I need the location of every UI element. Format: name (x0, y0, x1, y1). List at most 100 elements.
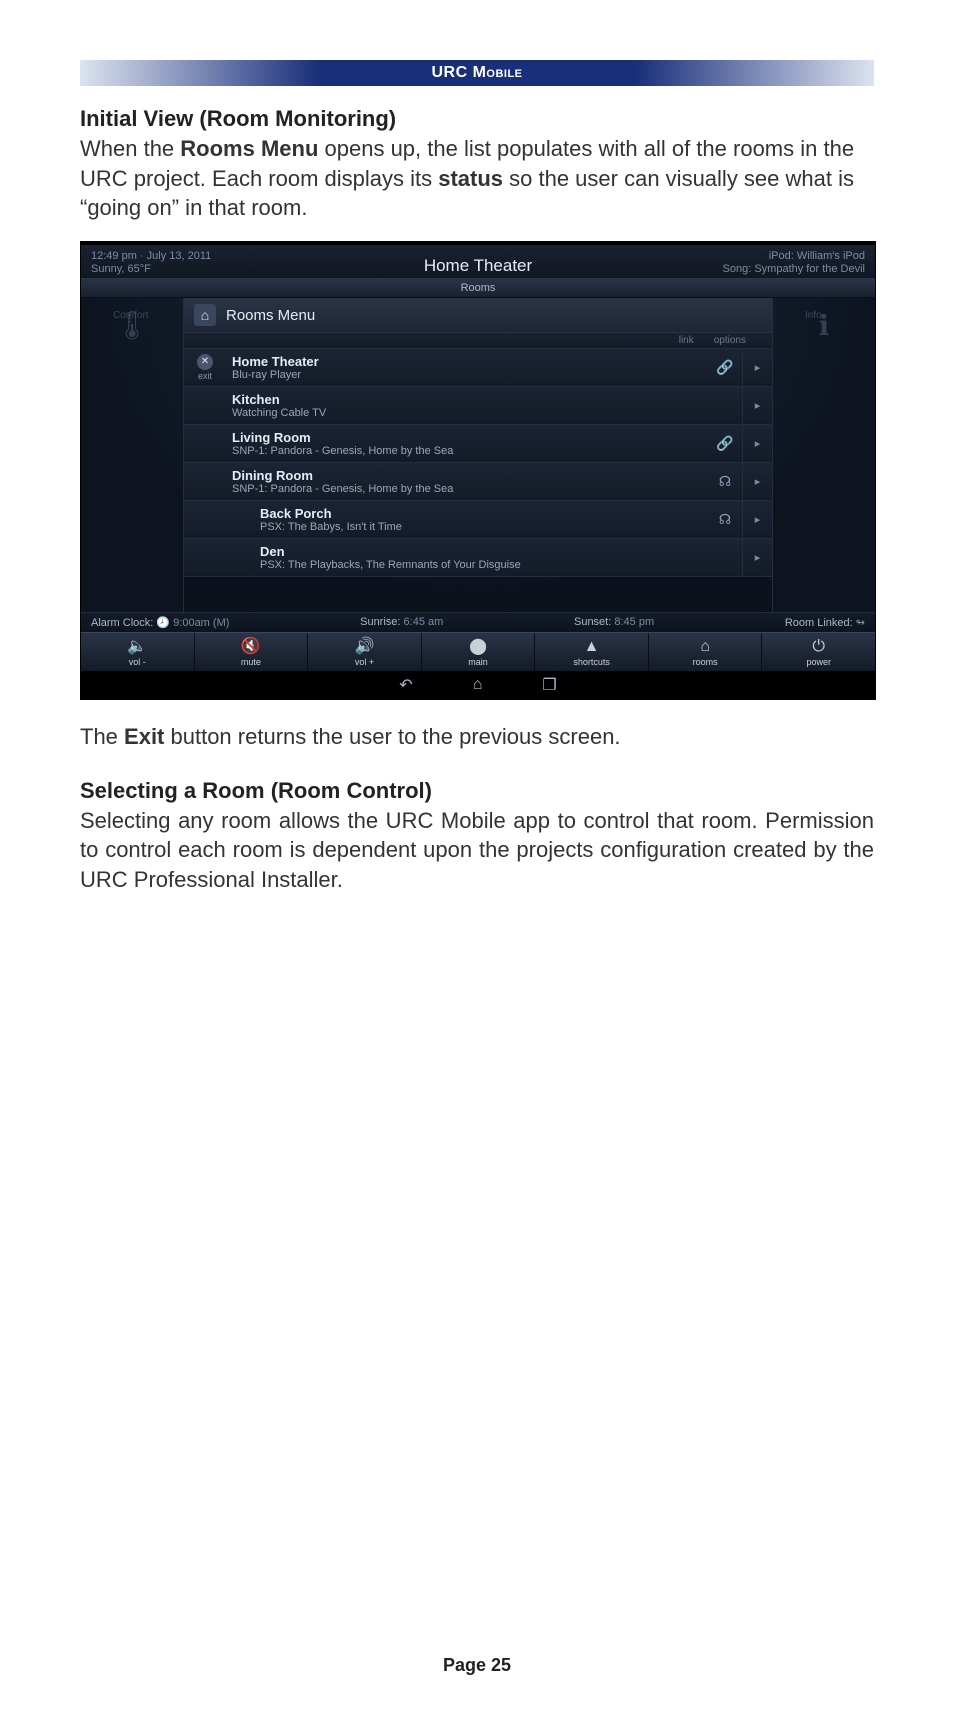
status-bar: Alarm Clock: 🕗 9:00am (M) Sunrise: 6:45 … (81, 612, 875, 632)
room-text: Back PorchPSX: The Babys, Isn't it Time (254, 501, 708, 538)
bottombar-label: rooms (649, 657, 762, 667)
paragraph-2: The Exit button returns the user to the … (80, 722, 874, 752)
bottombar-vol-+-button[interactable]: 🔊 vol + (308, 633, 422, 671)
options-chevron-icon[interactable]: ▸ (742, 425, 772, 462)
room-text: Home TheaterBlu-ray Player (226, 349, 708, 386)
options-chevron-icon[interactable]: ▸ (742, 463, 772, 500)
section1-title: Initial View (Room Monitoring) (80, 106, 874, 132)
exit-column[interactable]: ✕exit (184, 354, 226, 381)
room-status: Watching Cable TV (232, 407, 702, 419)
vol---icon: 🔈 (81, 639, 194, 655)
sunset-value: 8:45 pm (614, 616, 654, 628)
bottombar-vol---button[interactable]: 🔈 vol - (81, 633, 195, 671)
app-screenshot: 12:49 pm · July 13, 2011 Sunny, 65°F Hom… (80, 241, 876, 700)
sunrise-label: Sunrise: (360, 616, 400, 628)
bottombar-label: vol + (308, 657, 421, 667)
info-label: Info (805, 310, 843, 321)
close-icon[interactable]: ✕ (197, 354, 213, 370)
bottombar-main-button[interactable]: ⬤ main (422, 633, 536, 671)
room-row[interactable]: ✕exitHome TheaterBlu-ray Player🔗▸ (184, 349, 772, 387)
room-text: Dining RoomSNP-1: Pandora - Genesis, Hom… (226, 463, 708, 500)
options-chevron-icon[interactable]: ▸ (742, 387, 772, 424)
bottombar-label: mute (195, 657, 308, 667)
rooms-menu-header: ⌂ Rooms Menu (184, 298, 772, 333)
side-left: 🌡 Comfort (81, 298, 183, 612)
room-status: SNP-1: Pandora - Genesis, Home by the Se… (232, 445, 702, 457)
rooms-icon: ⌂ (649, 639, 762, 655)
sunrise-value: 6:45 am (404, 616, 444, 628)
vol-+-icon: 🔊 (308, 639, 421, 655)
section2-title: Selecting a Room (Room Control) (80, 778, 874, 804)
link-icon[interactable]: 🔗 (708, 359, 742, 376)
bottombar-shortcuts-button[interactable]: ▲ shortcuts (535, 633, 649, 671)
link-icon: ↬ (856, 617, 865, 629)
bottombar-label: vol - (81, 657, 194, 667)
text: When the (80, 136, 180, 161)
options-chevron-icon[interactable]: ▸ (742, 501, 772, 538)
link-icon: ☊ (708, 473, 742, 490)
main-icon: ⬤ (422, 639, 535, 655)
room-name: Den (260, 544, 702, 559)
bottombar-power-button[interactable]: ⏻power (762, 633, 875, 671)
sunset-label: Sunset: (574, 616, 611, 628)
bottombar-mute-button[interactable]: 🔇 mute (195, 633, 309, 671)
text: The (80, 724, 124, 749)
room-text: Living RoomSNP-1: Pandora - Genesis, Hom… (226, 425, 708, 462)
room-status: PSX: The Playbacks, The Remnants of Your… (260, 559, 702, 571)
text-bold: status (438, 166, 503, 191)
alarm-label: Alarm Clock: (91, 617, 153, 629)
app-topbar: 12:49 pm · July 13, 2011 Sunny, 65°F Hom… (81, 245, 875, 279)
room-row[interactable]: KitchenWatching Cable TV ▸ (184, 387, 772, 425)
house-icon: ⌂ (194, 304, 216, 326)
doc-header: URC Mobile (80, 60, 874, 86)
room-row[interactable]: Back PorchPSX: The Babys, Isn't it Time☊… (184, 501, 772, 539)
side-right: ℹ Info (773, 298, 875, 612)
android-navbar: ↶ ⌂ ❐ (81, 671, 875, 699)
room-name: Living Room (232, 430, 702, 445)
room-status: SNP-1: Pandora - Genesis, Home by the Se… (232, 483, 702, 495)
bottom-bar: 🔈 vol -🔇 mute🔊 vol +⬤ main▲ shortcuts⌂ rooms⏻p… (81, 632, 875, 671)
alarm-value: 9:00am (M) (173, 617, 229, 629)
link-icon: ☊ (708, 511, 742, 528)
room-name: Kitchen (232, 392, 702, 407)
col-options: options (714, 335, 746, 346)
linked-label: Room Linked: (785, 617, 853, 629)
bottombar-label: shortcuts (535, 657, 648, 667)
subtab-rooms[interactable]: Rooms (81, 279, 875, 298)
page-footer: Page 25 (80, 1655, 874, 1676)
paragraph-3: Selecting any room allows the URC Mobile… (80, 806, 874, 895)
paragraph-1: When the Rooms Menu opens up, the list p… (80, 134, 874, 223)
bottombar-label: main (422, 657, 535, 667)
back-icon[interactable]: ↶ (399, 675, 412, 695)
options-chevron-icon[interactable]: ▸ (742, 539, 772, 576)
home-icon[interactable]: ⌂ (473, 676, 483, 694)
room-status: Blu-ray Player (232, 369, 702, 381)
room-row[interactable]: DenPSX: The Playbacks, The Remnants of Y… (184, 539, 772, 577)
mute-icon: 🔇 (195, 639, 308, 655)
col-link: link (679, 335, 694, 346)
room-row[interactable]: Dining RoomSNP-1: Pandora - Genesis, Hom… (184, 463, 772, 501)
column-headers: link options (184, 333, 772, 349)
room-text: DenPSX: The Playbacks, The Remnants of Y… (254, 539, 708, 576)
shortcuts-icon: ▲ (535, 639, 648, 655)
link-icon[interactable]: 🔗 (708, 435, 742, 452)
comfort-label: Comfort (113, 310, 151, 321)
room-name: Back Porch (260, 506, 702, 521)
page-number: Page 25 (443, 1655, 511, 1675)
rooms-menu-title: Rooms Menu (226, 307, 315, 324)
text: button returns the user to the previous … (164, 724, 620, 749)
rooms-menu-panel: ⌂ Rooms Menu link options ✕exitHome Thea… (183, 298, 773, 612)
room-row[interactable]: Living RoomSNP-1: Pandora - Genesis, Hom… (184, 425, 772, 463)
text-bold: Rooms Menu (180, 136, 318, 161)
room-name: Home Theater (232, 354, 702, 369)
power-icon: ⏻ (762, 639, 875, 655)
text-bold: Exit (124, 724, 164, 749)
options-chevron-icon[interactable]: ▸ (742, 349, 772, 386)
exit-label: exit (198, 371, 212, 381)
room-text: KitchenWatching Cable TV (226, 387, 708, 424)
recent-icon[interactable]: ❐ (542, 675, 556, 695)
room-name: Dining Room (232, 468, 702, 483)
bottombar-rooms-button[interactable]: ⌂ rooms (649, 633, 763, 671)
current-room-title: Home Theater (81, 256, 875, 276)
room-status: PSX: The Babys, Isn't it Time (260, 521, 702, 533)
